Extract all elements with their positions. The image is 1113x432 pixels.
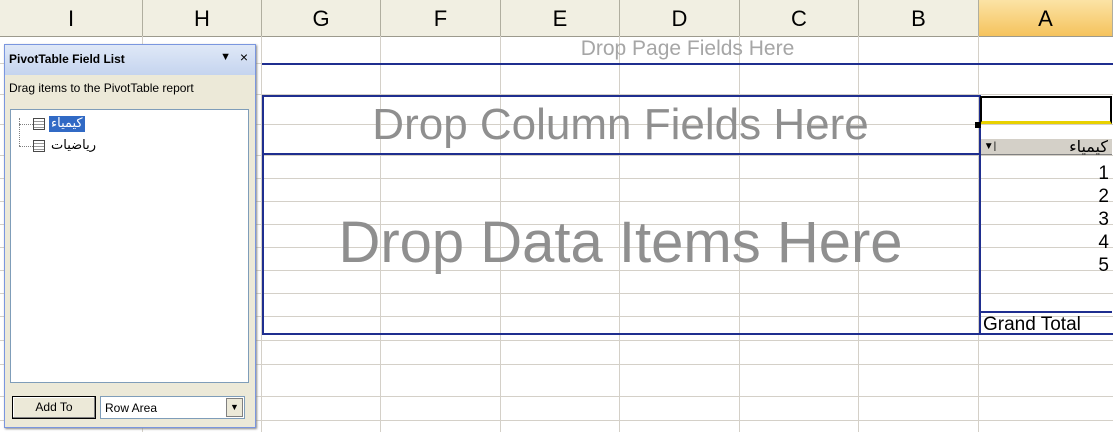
fill-handle[interactable] — [975, 122, 981, 128]
grand-total-cell[interactable]: Grand Total — [981, 311, 1112, 335]
column-header-g[interactable]: G — [262, 0, 381, 36]
field-list-instructions: Drag items to the PivotTable report — [9, 81, 194, 95]
column-header-e[interactable]: E — [501, 0, 620, 36]
page-area-border — [262, 63, 1113, 65]
active-cell[interactable] — [980, 96, 1112, 124]
row-field-button[interactable]: ▼| كيمياء — [981, 137, 1112, 156]
row-item-cell[interactable]: 5 — [981, 255, 1112, 277]
chevron-down-icon[interactable]: ▼| — [983, 140, 997, 154]
field-list-box[interactable]: كيمياء رياضيات — [10, 109, 249, 383]
field-item-chemistry[interactable]: كيمياء — [49, 116, 85, 132]
field-list-title: PivotTable Field List — [9, 52, 125, 66]
tree-connector — [19, 146, 33, 147]
pivot-field-list-window: PivotTable Field List ▼ × Drag items to … — [4, 44, 256, 428]
column-fields-drop-zone[interactable]: Drop Column Fields Here — [262, 95, 979, 155]
column-header-a[interactable]: A — [979, 0, 1113, 36]
column-header-row: I H G F E D C B A — [0, 0, 1113, 37]
row-item-cell[interactable]: 4 — [981, 232, 1112, 254]
area-select[interactable]: Row Area ▼ — [100, 396, 245, 419]
data-items-drop-zone[interactable]: Drop Data Items Here — [262, 155, 979, 335]
field-icon — [33, 140, 45, 152]
area-select-value: Row Area — [105, 401, 158, 415]
add-to-button[interactable]: Add To — [12, 396, 96, 419]
column-header-f[interactable]: F — [381, 0, 501, 36]
field-icon — [33, 118, 45, 130]
row-field-label: كيمياء — [1069, 137, 1108, 156]
column-header-c[interactable]: C — [740, 0, 859, 36]
column-header-b[interactable]: B — [859, 0, 979, 36]
row-item-cell[interactable]: 3 — [981, 209, 1112, 231]
column-header-d[interactable]: D — [620, 0, 740, 36]
chevron-down-icon[interactable]: ▼ — [226, 398, 243, 417]
field-list-title-bar[interactable]: PivotTable Field List ▼ × — [5, 45, 255, 75]
close-icon[interactable]: × — [240, 49, 248, 65]
column-header-i[interactable]: I — [0, 0, 143, 36]
tree-connector — [19, 118, 20, 146]
dropdown-menu-icon[interactable]: ▼ — [220, 51, 231, 63]
row-item-cell[interactable]: 1 — [981, 163, 1112, 185]
tree-connector — [19, 124, 33, 125]
column-header-h[interactable]: H — [143, 0, 262, 36]
row-item-cell[interactable]: 2 — [981, 186, 1112, 208]
field-item-math[interactable]: رياضيات — [49, 138, 98, 154]
page-fields-drop-zone[interactable]: Drop Page Fields Here — [262, 37, 1113, 63]
